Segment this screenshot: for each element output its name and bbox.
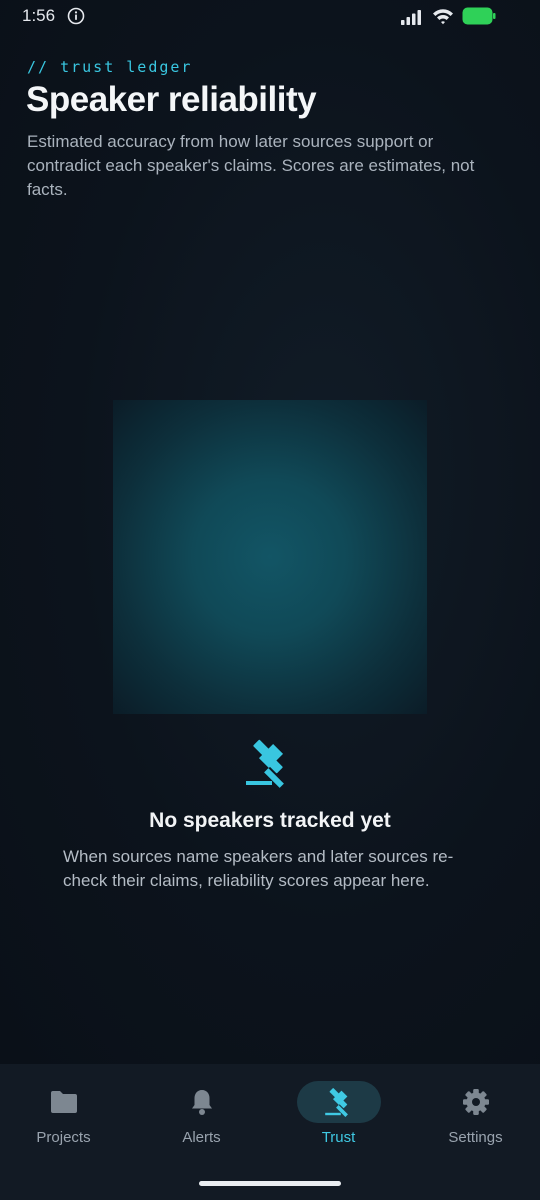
status-bar: 1:56 — [0, 0, 540, 34]
nav-label-projects: Projects — [36, 1129, 91, 1146]
gavel-icon — [246, 739, 284, 788]
info-icon — [67, 7, 85, 25]
nav-label-trust: Trust — [321, 1129, 356, 1146]
wifi-icon — [433, 9, 453, 25]
gear-icon — [462, 1089, 489, 1115]
empty-state-body: When sources name speakers and later sou… — [63, 847, 454, 890]
signal-icon — [401, 10, 421, 25]
nav-icon-container — [296, 1081, 381, 1123]
page-subtitle: Estimated accuracy from how later source… — [27, 132, 475, 199]
gavel-icon — [324, 1088, 348, 1117]
nav-icon-container — [434, 1081, 518, 1123]
section-kicker: // trust ledger — [27, 58, 193, 76]
nav-label-settings: Settings — [448, 1129, 503, 1146]
nav-item-projects[interactable]: Projects — [0, 1064, 131, 1164]
nav-item-trust[interactable]: Trust — [271, 1064, 406, 1164]
empty-state-illustration — [113, 400, 427, 714]
empty-state-title: No speakers tracked yet — [149, 809, 391, 832]
nav-item-alerts[interactable]: Alerts — [134, 1064, 269, 1164]
nav-icon-container — [160, 1081, 244, 1123]
page-title: Speaker reliability — [26, 80, 317, 119]
battery-icon — [462, 7, 496, 25]
nav-label-alerts: Alerts — [182, 1129, 221, 1146]
bottom-nav: Projects Alerts Trust Settings — [0, 1064, 540, 1200]
status-time: 1:56 — [22, 6, 56, 25]
bell-icon — [191, 1090, 212, 1115]
home-indicator[interactable] — [199, 1181, 341, 1186]
nav-item-settings[interactable]: Settings — [408, 1064, 540, 1164]
folder-icon — [50, 1091, 77, 1113]
nav-icon-container — [22, 1081, 106, 1123]
